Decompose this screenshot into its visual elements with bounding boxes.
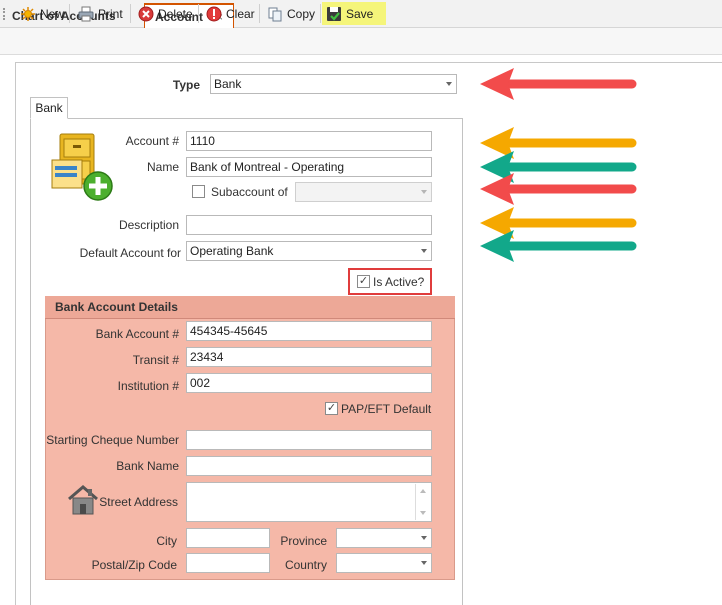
toolbar-separator <box>320 4 321 23</box>
chevron-down-icon <box>421 190 427 194</box>
toolbar-grip[interactable] <box>3 8 6 20</box>
street-address-textarea[interactable] <box>186 482 432 522</box>
toolbar <box>0 28 722 55</box>
bank-account-number-value: 454345-45645 <box>190 324 268 338</box>
default-account-label: Default Account for <box>79 246 181 260</box>
copy-button-label: Copy <box>287 6 316 21</box>
institution-label: Institution # <box>117 379 179 393</box>
type-dropdown[interactable]: Bank <box>210 74 457 94</box>
starting-cheque-label: Starting Cheque Number <box>46 433 179 447</box>
save-icon <box>327 6 341 21</box>
province-dropdown[interactable] <box>336 528 432 548</box>
save-button[interactable]: Save <box>322 2 386 25</box>
delete-button[interactable]: Delete <box>134 2 197 25</box>
bank-name-input[interactable] <box>186 456 432 476</box>
is-active-label: Is Active? <box>373 275 425 289</box>
chevron-down-icon <box>421 249 427 253</box>
subaccount-label: Subaccount of <box>211 185 288 199</box>
subaccount-dropdown[interactable] <box>295 182 432 202</box>
city-input[interactable] <box>186 528 270 548</box>
delete-icon <box>138 6 154 21</box>
city-label: City <box>156 534 177 548</box>
teal-arrow-icon <box>480 230 637 262</box>
toolbar-separator <box>198 4 199 23</box>
default-account-value: Operating Bank <box>190 244 274 258</box>
name-input[interactable]: Bank of Montreal - Operating <box>186 157 432 177</box>
bank-account-details-header: Bank Account Details <box>45 296 455 319</box>
scroll-down-icon[interactable] <box>420 511 426 515</box>
chevron-down-icon <box>421 561 427 565</box>
delete-button-label: Delete <box>158 6 193 21</box>
toolbar-separator <box>69 4 70 23</box>
postal-code-label: Postal/Zip Code <box>91 558 177 572</box>
name-label: Name <box>146 160 179 174</box>
new-button[interactable]: New <box>16 2 68 25</box>
institution-value: 002 <box>190 376 211 390</box>
new-sun-icon <box>21 6 35 21</box>
institution-input[interactable]: 002 <box>186 373 432 393</box>
country-dropdown[interactable] <box>336 553 432 573</box>
clear-icon <box>206 6 222 21</box>
clear-button-label: Clear <box>226 6 255 21</box>
toolbar-separator <box>259 4 260 23</box>
scroll-up-icon[interactable] <box>420 489 426 493</box>
chevron-down-icon <box>446 82 452 86</box>
tab-bank[interactable]: Bank <box>30 97 68 119</box>
country-label: Country <box>284 558 327 572</box>
print-button-label: Print <box>98 6 123 21</box>
transit-value: 23434 <box>190 350 224 364</box>
print-button[interactable]: Print <box>74 2 127 25</box>
new-button-label: New <box>40 6 65 21</box>
clear-button[interactable]: Clear <box>202 2 259 25</box>
pap-eft-checkbox[interactable]: ✓ <box>325 402 338 415</box>
street-address-label: Street Address <box>99 495 178 509</box>
chevron-down-icon <box>421 536 427 540</box>
province-label: Province <box>280 534 327 548</box>
printer-icon <box>78 6 94 21</box>
account-number-input[interactable]: 1110 <box>186 131 432 151</box>
red-arrow-icon <box>480 68 637 100</box>
default-account-dropdown[interactable]: Operating Bank <box>186 241 432 261</box>
postal-code-input[interactable] <box>186 553 270 573</box>
name-value: Bank of Montreal - Operating <box>190 160 345 174</box>
copy-button[interactable]: Copy <box>263 2 319 25</box>
type-label: Type <box>172 78 200 92</box>
bank-account-number-label: Bank Account # <box>95 327 179 341</box>
subaccount-checkbox[interactable] <box>192 185 205 198</box>
check-icon: ✓ <box>326 402 337 414</box>
transit-label: Transit # <box>132 353 179 367</box>
description-label: Description <box>118 218 179 232</box>
check-icon: ✓ <box>358 275 369 287</box>
starting-cheque-input[interactable] <box>186 430 432 450</box>
red-arrow-icon <box>480 173 637 205</box>
toolbar-separator <box>130 4 131 23</box>
tab-bank-label: Bank <box>35 101 63 115</box>
transit-input[interactable]: 23434 <box>186 347 432 367</box>
is-active-checkbox[interactable]: ✓ <box>357 275 370 288</box>
bank-name-label: Bank Name <box>116 459 179 473</box>
description-input[interactable] <box>186 215 432 235</box>
bank-account-number-input[interactable]: 454345-45645 <box>186 321 432 341</box>
copy-icon <box>268 7 282 21</box>
street-address-scrollbar[interactable] <box>415 484 430 520</box>
type-value: Bank <box>214 77 242 91</box>
pap-eft-label: PAP/EFT Default <box>341 402 432 416</box>
account-number-label: Account # <box>125 134 179 148</box>
account-number-value: 1110 <box>190 134 215 148</box>
save-button-label: Save <box>346 6 374 21</box>
